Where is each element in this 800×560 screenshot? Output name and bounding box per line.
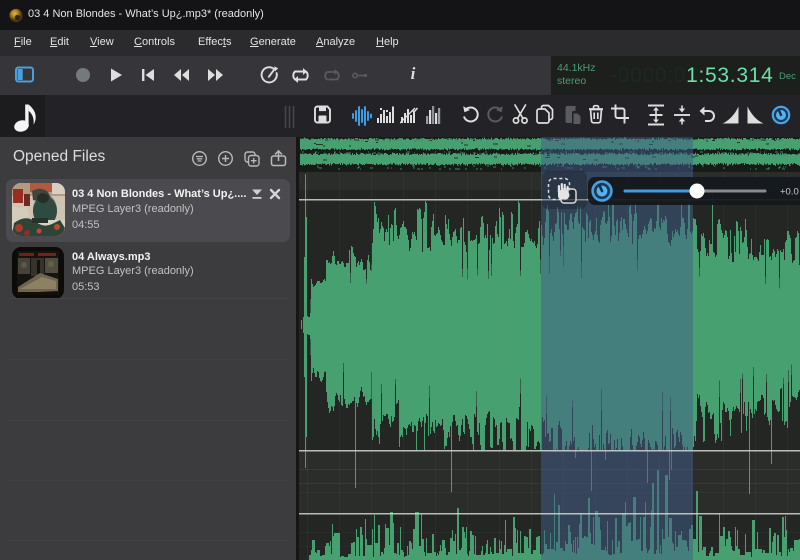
svg-text:+0.0: +0.0	[780, 187, 799, 198]
